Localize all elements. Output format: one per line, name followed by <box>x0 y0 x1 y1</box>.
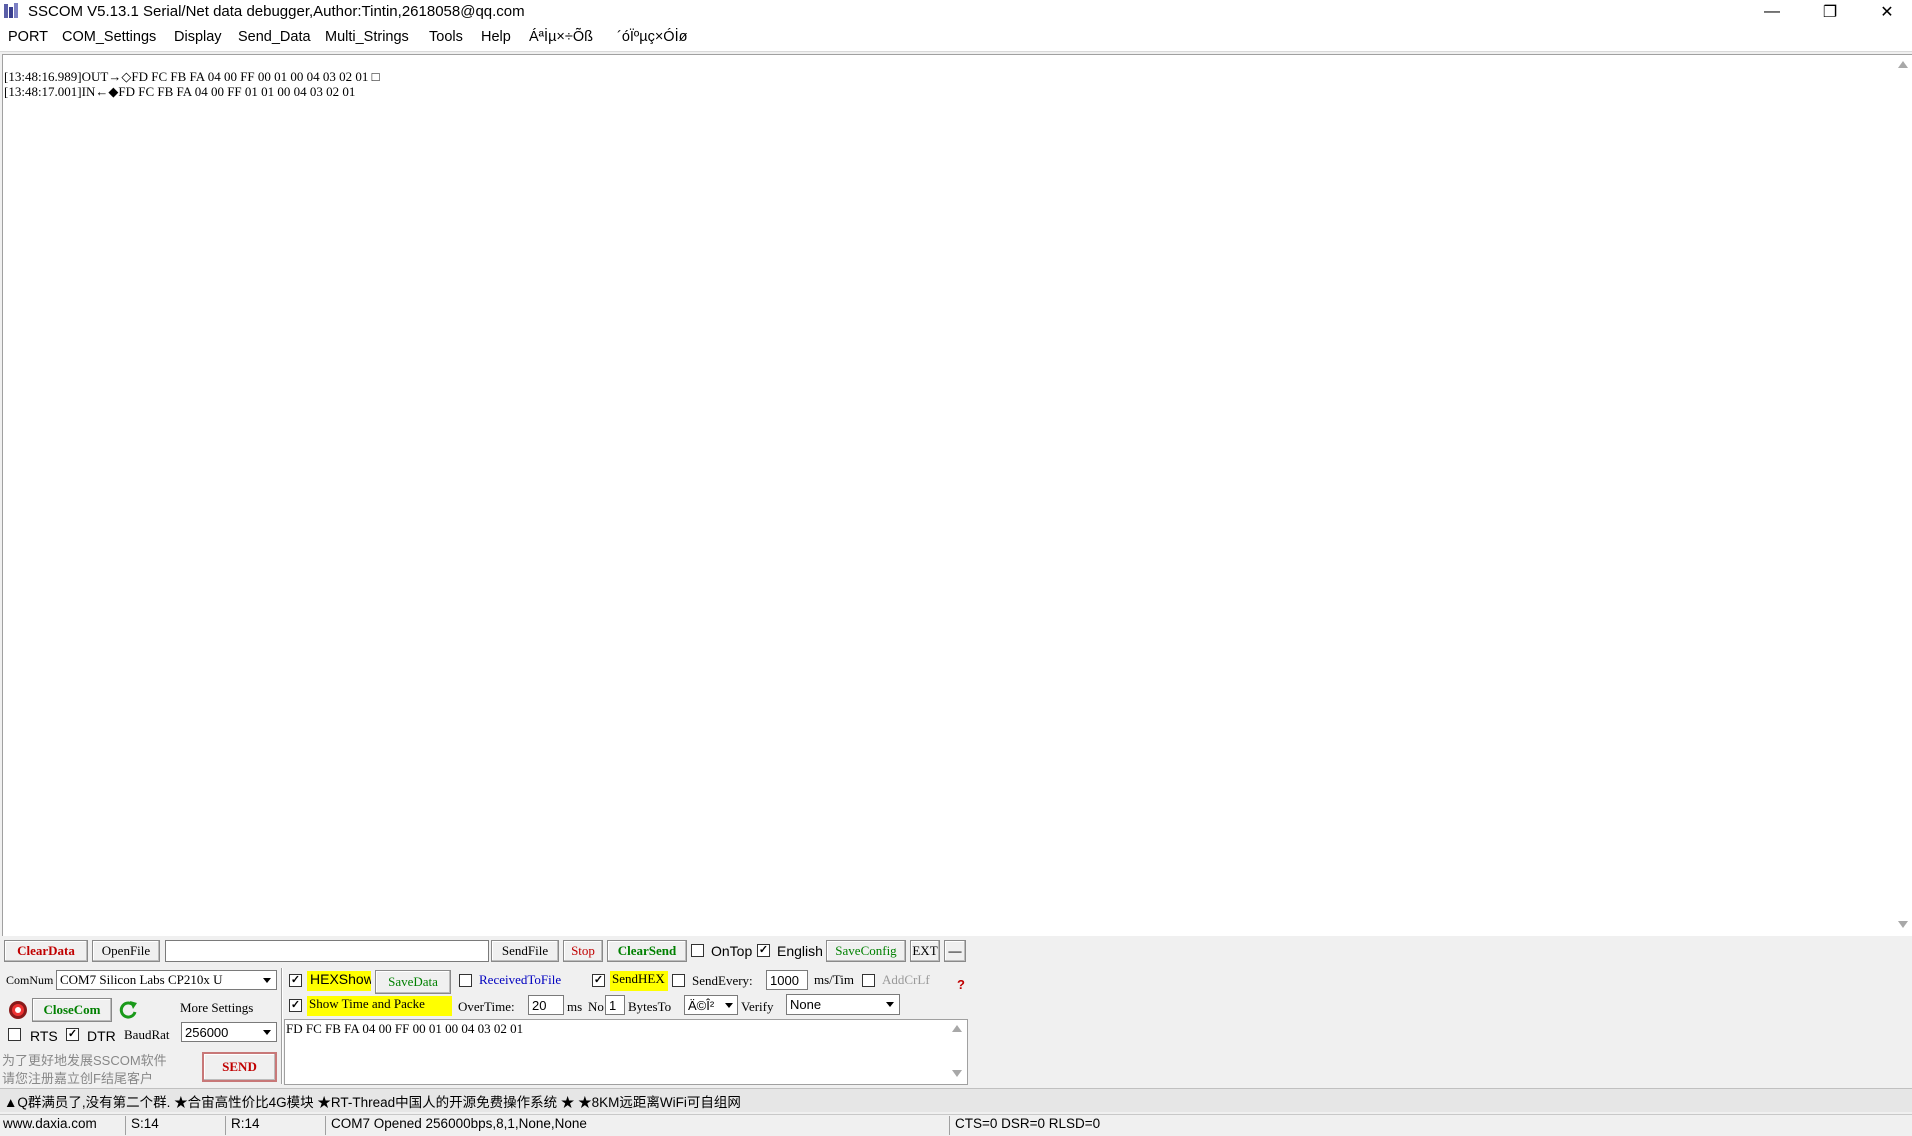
receive-scrollbar[interactable] <box>1894 55 1912 935</box>
menu-port[interactable]: PORT <box>8 29 48 45</box>
menu-tools[interactable]: Tools <box>429 29 463 45</box>
save-data-button[interactable]: SaveData <box>375 970 451 994</box>
file-path-input[interactable] <box>165 940 489 962</box>
overtime-label: OverTime: <box>458 999 515 1014</box>
refresh-icon[interactable] <box>117 999 139 1021</box>
receive-area[interactable] <box>2 54 1912 936</box>
hex-show-checkbox[interactable]: ✓ <box>289 974 302 987</box>
dtr-label: DTR <box>87 1028 116 1044</box>
dtr-checkbox[interactable]: ✓ <box>66 1028 79 1041</box>
send-button[interactable]: SEND <box>202 1052 277 1082</box>
help-icon[interactable]: ? <box>957 977 965 992</box>
send-scroll-up-icon[interactable] <box>952 1025 962 1032</box>
send-scroll-down-icon[interactable] <box>952 1070 962 1077</box>
promo-line-2: 请您注册嘉立创F结尾客户 <box>2 1071 153 1086</box>
send-every-input[interactable]: 1000 <box>766 970 808 990</box>
more-settings-button[interactable]: More Settings <box>180 1000 253 1016</box>
no-label: No <box>588 999 604 1014</box>
window-title: SSCOM V5.13.1 Serial/Net data debugger,A… <box>28 3 525 20</box>
add-crlf-checkbox[interactable] <box>862 974 875 987</box>
app-icon <box>3 2 21 20</box>
bytes-to-label: BytesTo <box>628 999 672 1014</box>
send-text: FD FC FB FA 04 00 FF 00 01 00 04 03 02 0… <box>286 1021 524 1036</box>
record-icon <box>8 1000 28 1020</box>
add-crlf-label: AddCrLf <box>882 972 930 987</box>
close-com-button[interactable]: CloseCom <box>32 998 112 1022</box>
verify-label: Verify <box>741 999 774 1014</box>
close-window-button[interactable]: ✕ <box>1858 0 1912 24</box>
send-hex-checkbox[interactable]: ✓ <box>592 974 605 987</box>
verify-value: None <box>790 997 822 1012</box>
clear-send-button[interactable]: ClearSend <box>607 940 687 962</box>
log-line-in: [13:48:17.001]IN←◆FD FC FB FA 04 00 FF 0… <box>4 84 356 99</box>
menu-help[interactable]: Help <box>481 29 511 45</box>
menu-display[interactable]: Display <box>174 29 222 45</box>
clear-data-button[interactable]: ClearData <box>4 940 88 962</box>
status-received-count: R:14 <box>228 1116 326 1135</box>
show-time-checkbox[interactable]: ✓ <box>289 999 302 1012</box>
comnum-label: ComNum <box>6 973 54 987</box>
menu-contact-author[interactable]: Áªİµ×÷Õß <box>529 29 593 45</box>
english-label: English <box>777 943 823 959</box>
send-every-checkbox[interactable] <box>672 974 685 987</box>
menu-com-settings[interactable]: COM_Settings <box>62 29 156 45</box>
on-top-checkbox[interactable] <box>691 944 704 957</box>
promo-line-1: 为了更好地发展SSCOM软件 <box>2 1053 167 1068</box>
english-checkbox[interactable]: ✓ <box>757 944 770 957</box>
ext-button[interactable]: EXT <box>910 940 940 962</box>
menu-shop[interactable]: ´óÏºµç×Óİø <box>617 29 687 45</box>
send-every-label: SendEvery: <box>692 973 753 988</box>
panel-divider <box>281 968 283 1084</box>
comnum-value: COM7 Silicon Labs CP210x U <box>60 972 223 987</box>
log-line-out: [13:48:16.989]OUT→◇FD FC FB FA 04 00 FF … <box>4 69 380 84</box>
open-file-button[interactable]: OpenFile <box>92 940 160 962</box>
baud-label: BaudRat <box>124 1027 170 1042</box>
ticker-text[interactable]: ▲Q群满员了,没有第二个群. ★合宙高性价比4G模块 ★RT-Thread中国人… <box>4 1091 741 1111</box>
ms-tim-label: ms/Tim <box>814 972 854 987</box>
stop-button[interactable]: Stop <box>563 940 603 962</box>
baud-value: 256000 <box>185 1024 229 1040</box>
minimize-button[interactable]: — <box>1743 0 1801 24</box>
menu-send-data[interactable]: Send_Data <box>238 29 311 45</box>
received-to-file-checkbox[interactable] <box>459 974 472 987</box>
no-input[interactable]: 1 <box>605 995 625 1015</box>
send-file-button[interactable]: SendFile <box>491 940 559 962</box>
on-top-label: OnTop <box>711 943 753 959</box>
bytes-to-dropdown-icon[interactable] <box>721 996 736 1014</box>
scroll-up-icon[interactable] <box>1898 61 1908 68</box>
send-hex-label: SendHEX <box>610 971 668 991</box>
status-port: COM7 Opened 256000bps,8,1,None,None <box>328 1116 950 1135</box>
rts-label: RTS <box>30 1028 58 1044</box>
overtime-input[interactable]: 20 <box>528 995 564 1015</box>
baud-dropdown-icon[interactable] <box>259 1023 274 1041</box>
hex-show-label: HEXShow <box>307 971 371 991</box>
collapse-button[interactable]: — <box>944 940 966 962</box>
restore-button[interactable]: ❐ <box>1801 0 1859 24</box>
status-sent-count: S:14 <box>128 1116 226 1135</box>
status-website[interactable]: www.daxia.com <box>0 1116 126 1135</box>
ms-label: ms <box>567 999 583 1014</box>
comnum-select[interactable]: COM7 Silicon Labs CP210x U <box>56 970 277 990</box>
show-time-label: Show Time and Packe <box>307 996 452 1016</box>
comnum-dropdown-icon[interactable] <box>259 971 274 989</box>
received-to-file-label: ReceivedToFile <box>479 972 562 987</box>
save-config-button[interactable]: SaveConfig <box>826 940 906 962</box>
status-lines: CTS=0 DSR=0 RLSD=0 <box>955 1116 1101 1131</box>
rts-checkbox[interactable] <box>8 1028 21 1041</box>
menu-multi-strings[interactable]: Multi_Strings <box>325 29 409 45</box>
scroll-down-icon[interactable] <box>1898 921 1908 928</box>
bytes-to-value: Ä©Î² <box>688 997 715 1013</box>
verify-dropdown-icon[interactable] <box>882 995 897 1013</box>
